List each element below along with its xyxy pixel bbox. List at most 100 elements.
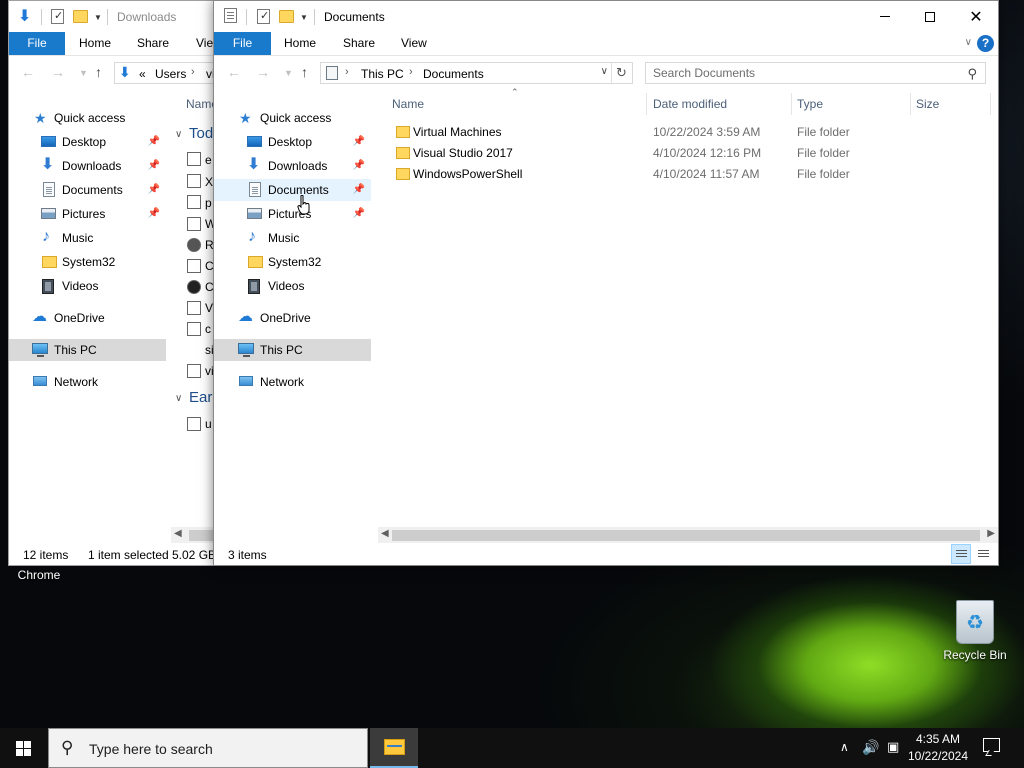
crumb-documents[interactable]: Documents	[423, 67, 484, 81]
up-arrow-icon[interactable]: ↑	[301, 64, 308, 80]
qa-customize-chevron-icon[interactable]: ▼	[300, 13, 308, 22]
large-icons-view-icon[interactable]	[973, 544, 993, 564]
documents-h-scrollbar[interactable]: ◀ ▶	[378, 527, 998, 544]
address-history-chevron-icon[interactable]: ∨	[601, 66, 608, 77]
back-arrow-icon[interactable]: ←	[227, 64, 241, 80]
nav-system32[interactable]: System32	[9, 251, 166, 273]
volume-icon[interactable]: 🔊	[862, 739, 879, 756]
col-separator[interactable]	[910, 93, 911, 115]
crumb-users[interactable]: Users	[155, 67, 186, 81]
file-item[interactable]: e	[205, 149, 212, 171]
documents-titlebar[interactable]: ▼ Documents ✕	[214, 1, 998, 32]
file-row[interactable]: WindowsPowerShell 4/10/2024 11:57 AM Fil…	[382, 164, 977, 185]
downloads-address-bar[interactable]: ⬇ « Users › vi	[114, 62, 222, 84]
nav-this-pc[interactable]: This PC	[9, 339, 166, 361]
file-item[interactable]: p	[205, 192, 212, 214]
qa-properties-icon[interactable]	[257, 9, 270, 24]
downloads-tab-file[interactable]: File	[9, 32, 65, 55]
qa-customize-chevron-icon[interactable]: ▼	[94, 13, 102, 22]
qa-new-folder-icon[interactable]	[73, 10, 88, 23]
col-header-date[interactable]: Date modified	[653, 93, 727, 115]
col-separator[interactable]	[990, 93, 991, 115]
notification-icon[interactable]	[983, 738, 1000, 752]
tab-share[interactable]: Share	[333, 32, 385, 55]
nav-music[interactable]: ♪ Music	[9, 227, 166, 249]
nav-quick-access[interactable]: ★ Quick access	[214, 107, 371, 129]
downloads-tab-share[interactable]: Share	[127, 32, 179, 55]
nav-network[interactable]: Network	[214, 371, 371, 393]
crumb-sep-icon[interactable]: ›	[191, 66, 195, 78]
documents-window[interactable]: ▼ Documents ✕ File Home Share View ∨ ? ←…	[213, 0, 999, 566]
group-collapse-icon[interactable]: ∨	[175, 129, 182, 140]
col-separator[interactable]	[791, 93, 792, 115]
nav-pictures[interactable]: Pictures 📌	[9, 203, 166, 225]
nav-documents[interactable]: Documents 📌	[214, 179, 371, 201]
file-row[interactable]: Virtual Machines 10/22/2024 3:59 AM File…	[382, 122, 977, 143]
qa-new-folder-icon[interactable]	[279, 10, 294, 23]
desktop-chrome-shortcut[interactable]: Chrome	[8, 568, 70, 582]
minimize-button[interactable]	[862, 1, 908, 32]
refresh-icon[interactable]: ↻	[611, 63, 631, 83]
nav-downloads[interactable]: ⬇ Downloads 📌	[9, 155, 166, 177]
nav-music[interactable]: ♪ Music	[214, 227, 371, 249]
desktop-recycle-bin[interactable]: Recycle Bin	[938, 600, 1012, 662]
nav-this-pc[interactable]: This PC	[214, 339, 371, 361]
scroll-right-icon[interactable]: ▶	[987, 528, 995, 539]
forward-arrow-icon[interactable]: →	[51, 64, 65, 80]
scroll-left-icon[interactable]: ◀	[381, 528, 389, 539]
recent-chevron-icon[interactable]: ▼	[79, 68, 88, 78]
nav-desktop[interactable]: Desktop 📌	[9, 131, 166, 153]
qa-properties-icon[interactable]	[51, 9, 64, 24]
taskbar-file-explorer-button[interactable]	[370, 728, 418, 768]
scroll-left-icon[interactable]: ◀	[174, 528, 182, 539]
file-item[interactable]: c	[205, 318, 211, 340]
start-button[interactable]	[0, 728, 48, 768]
close-button[interactable]: ✕	[953, 1, 998, 32]
col-separator[interactable]	[646, 93, 647, 115]
network-tray-icon[interactable]: ▣	[887, 739, 899, 755]
nav-onedrive[interactable]: ☁ OneDrive	[214, 307, 371, 329]
documents-address-bar[interactable]: › This PC › Documents ∨ ↻	[320, 62, 633, 84]
documents-search-box[interactable]: ⚲	[645, 62, 986, 84]
nav-videos[interactable]: Videos	[9, 275, 166, 297]
group-today[interactable]: Tod	[189, 125, 213, 142]
maximize-button[interactable]	[907, 1, 953, 32]
nav-videos[interactable]: Videos	[214, 275, 371, 297]
recent-chevron-icon[interactable]: ▼	[284, 68, 293, 78]
tab-home[interactable]: Home	[274, 32, 326, 55]
help-icon[interactable]: ?	[977, 35, 994, 52]
search-input[interactable]	[646, 63, 946, 83]
group-earlier[interactable]: Earl	[189, 389, 216, 406]
crumb-this-pc[interactable]: This PC	[361, 67, 404, 81]
crumb-sep-icon[interactable]: ›	[409, 66, 413, 78]
col-header-size[interactable]: Size	[916, 93, 939, 115]
group-collapse-icon[interactable]: ∨	[175, 393, 182, 404]
nav-system32[interactable]: System32	[214, 251, 371, 273]
nav-quick-access[interactable]: ★ Quick access	[9, 107, 166, 129]
downloads-window[interactable]: ⬇ ▼ Downloads File Home Share View ← → ▼…	[8, 0, 223, 566]
ribbon-expand-chevron-icon[interactable]: ∨	[965, 37, 972, 48]
col-header-type[interactable]: Type	[797, 93, 823, 115]
nav-documents[interactable]: Documents 📌	[9, 179, 166, 201]
nav-network[interactable]: Network	[9, 371, 166, 393]
downloads-titlebar[interactable]: ⬇ ▼ Downloads	[9, 1, 222, 32]
downloads-tab-home[interactable]: Home	[69, 32, 121, 55]
file-item[interactable]: u	[205, 413, 212, 435]
tab-view[interactable]: View	[391, 32, 437, 55]
nav-onedrive[interactable]: ☁ OneDrive	[9, 307, 166, 329]
nav-desktop[interactable]: Desktop 📌	[214, 131, 371, 153]
address-overflow[interactable]: «	[139, 67, 146, 81]
forward-arrow-icon[interactable]: →	[256, 64, 270, 80]
tray-chevron-up-icon[interactable]: ∧	[840, 740, 849, 754]
col-header-name[interactable]: Name	[392, 93, 424, 115]
crumb-sep-icon[interactable]: ›	[345, 66, 349, 78]
tab-file[interactable]: File	[214, 32, 271, 55]
nav-downloads[interactable]: ⬇ Downloads 📌	[214, 155, 371, 177]
scroll-thumb[interactable]	[392, 530, 980, 541]
back-arrow-icon[interactable]: ←	[21, 64, 35, 80]
up-arrow-icon[interactable]: ↑	[95, 64, 102, 80]
clock[interactable]: 4:35 AM 10/22/2024	[907, 728, 969, 768]
taskbar-search-box[interactable]: ⚲ Type here to search	[48, 728, 368, 768]
nav-pictures[interactable]: Pictures 📌	[214, 203, 371, 225]
file-item[interactable]: V	[205, 297, 213, 319]
